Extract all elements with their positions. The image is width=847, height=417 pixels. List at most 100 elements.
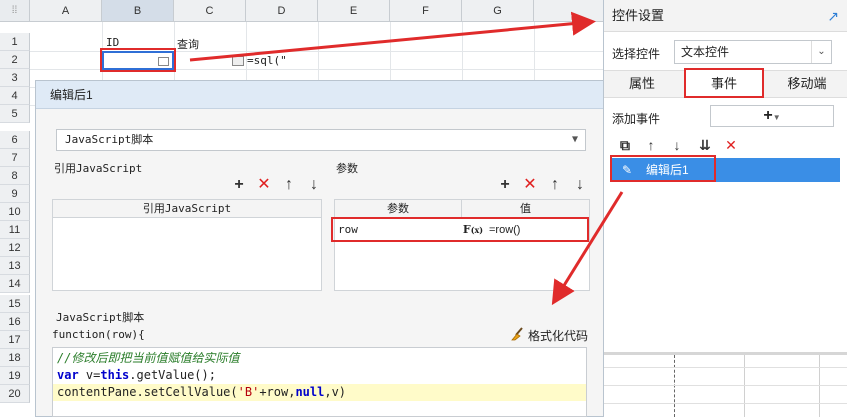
event-edit-dialog: 编辑后1 JavaScript脚本 ▼ 引用JavaScript 参数 + ✕ … [35,80,605,417]
delete-param-icon[interactable]: ✕ [521,176,539,194]
delete-icon[interactable]: ✕ [255,176,273,194]
row-header-13[interactable]: 13 [0,257,30,275]
row-header-16[interactable]: 16 [0,313,30,331]
code-token: null [295,385,325,399]
event-item-label: 编辑后1 [646,163,689,177]
function-signature: function(row){ [52,328,145,341]
delete-event-icon[interactable]: ✕ [722,136,740,154]
copy-icon[interactable]: ⧉ [616,136,634,154]
ref-js-column-header: 引用JavaScript [53,200,321,218]
code-token: var [57,368,79,382]
column-header-e[interactable]: E [318,0,390,22]
column-header-a[interactable]: A [30,0,102,22]
grid-line [744,355,745,417]
pencil-icon: ✎ [621,163,633,177]
row-header-18[interactable]: 18 [0,349,30,367]
broom-icon[interactable] [510,327,526,341]
grid-corner-icon[interactable]: ⁞⁞ [0,0,30,22]
params-table[interactable]: 参数 值 row F(x) =row() [334,199,590,291]
script-label: JavaScript脚本 [56,311,145,324]
code-comment-line: //修改后即把当前值赋值给实际值 [57,351,240,365]
event-list-item[interactable]: ✎ 编辑后1 [610,158,840,182]
grid-line [674,355,675,417]
column-header-f[interactable]: F [390,0,462,22]
column-header-c[interactable]: C [174,0,246,22]
row-header-12[interactable]: 12 [0,239,30,257]
move-up-icon[interactable]: ↑ [642,136,660,154]
column-header-h[interactable] [534,0,610,22]
code-token: 'B' [237,385,260,399]
dialog-title: 编辑后1 [36,81,604,109]
row-header-20[interactable]: 20 [0,385,30,403]
row-header-15[interactable]: 15 [0,295,30,313]
row-header-1[interactable]: 1 [0,33,30,51]
row-header-4[interactable]: 4 [0,87,30,105]
formula-fx-icon[interactable]: F(x) [462,222,484,238]
row-header-3[interactable]: 3 [0,69,30,87]
widget-settings-panel: 控件设置 ↗ 选择控件 文本控件 ⌄ 属性 事件 移动端 添加事件 +▼ ⧉ ↑… [603,0,847,417]
column-header-g[interactable]: G [462,0,534,22]
add-event-label: 添加事件 [612,112,661,126]
chevron-down-icon: ⌄ [811,41,831,63]
cell-d2[interactable]: =sql(" [247,54,287,67]
row-header-14[interactable]: 14 [0,275,30,293]
move-bottom-icon[interactable]: ⇊ [696,136,714,154]
cell-c1[interactable]: 查询 [177,36,199,52]
code-token: contentPane.setCellValue( [57,385,238,399]
code-token: this [100,368,130,382]
script-type-value: JavaScript脚本 [65,133,154,146]
param-up-icon[interactable]: ↑ [546,176,564,194]
select-widget-label: 选择控件 [612,47,661,61]
move-down-icon[interactable]: ↓ [668,136,686,154]
panel-title: 控件设置 [604,0,847,32]
row-header-5[interactable]: 5 [0,105,30,123]
move-down-icon[interactable]: ↓ [305,176,323,194]
code-line-3: contentPane.setCellValue('B'+row,null,v) [53,384,586,401]
row-header-2[interactable]: 2 [0,51,30,69]
move-up-icon[interactable]: ↑ [280,176,298,194]
row-header-6[interactable]: 6 [0,131,30,149]
mini-grid [604,355,847,417]
param-down-icon[interactable]: ↓ [571,176,589,194]
add-param-icon[interactable]: + [496,176,514,194]
column-header-d[interactable]: D [246,0,318,22]
cell-b1[interactable]: ID [106,36,119,49]
add-event-button[interactable]: +▼ [710,105,834,127]
code-line-2: var v=this.getValue(); [57,367,216,384]
add-icon[interactable]: + [230,176,248,194]
grid-line [604,367,847,368]
formula-icon [232,56,244,66]
row-header-7[interactable]: 7 [0,149,30,167]
selected-cell-b2[interactable] [102,51,174,70]
row-header-19[interactable]: 19 [0,367,30,385]
chevron-down-icon: ▼ [571,134,579,145]
grid-line [604,403,847,404]
column-header-b[interactable]: B [102,0,174,22]
params-label: 参数 [336,162,358,175]
ref-js-label: 引用JavaScript [54,162,143,175]
js-code-editor[interactable]: //修改后即把当前值赋值给实际值 var v=this.getValue(); … [52,347,587,417]
row-header-11[interactable]: 11 [0,221,30,239]
grid-line [604,385,847,386]
ref-js-table[interactable]: 引用JavaScript [52,199,322,291]
expand-icon[interactable]: ↗ [827,8,839,25]
tab-properties[interactable]: 属性 [604,70,680,98]
format-code-button[interactable]: 格式化代码 [528,327,588,344]
tab-events[interactable]: 事件 [684,70,764,98]
param-column-header: 参数 [335,200,462,218]
row-header-10[interactable]: 10 [0,203,30,221]
param-name-cell[interactable]: row [335,220,462,240]
script-type-select[interactable]: JavaScript脚本 ▼ [56,129,586,151]
text-widget-icon [158,57,169,66]
tab-mobile[interactable]: 移动端 [767,70,847,98]
row-header-17[interactable]: 17 [0,331,30,349]
widget-type-value: 文本控件 [681,45,730,59]
value-column-header: 值 [462,200,589,218]
widget-type-select[interactable]: 文本控件 ⌄ [674,40,832,64]
code-token: .getValue(); [129,368,216,382]
grid-line [819,355,820,417]
param-value-cell[interactable]: =row() [485,220,585,240]
row-header-9[interactable]: 9 [0,185,30,203]
code-token: v= [78,368,101,382]
row-header-8[interactable]: 8 [0,167,30,185]
